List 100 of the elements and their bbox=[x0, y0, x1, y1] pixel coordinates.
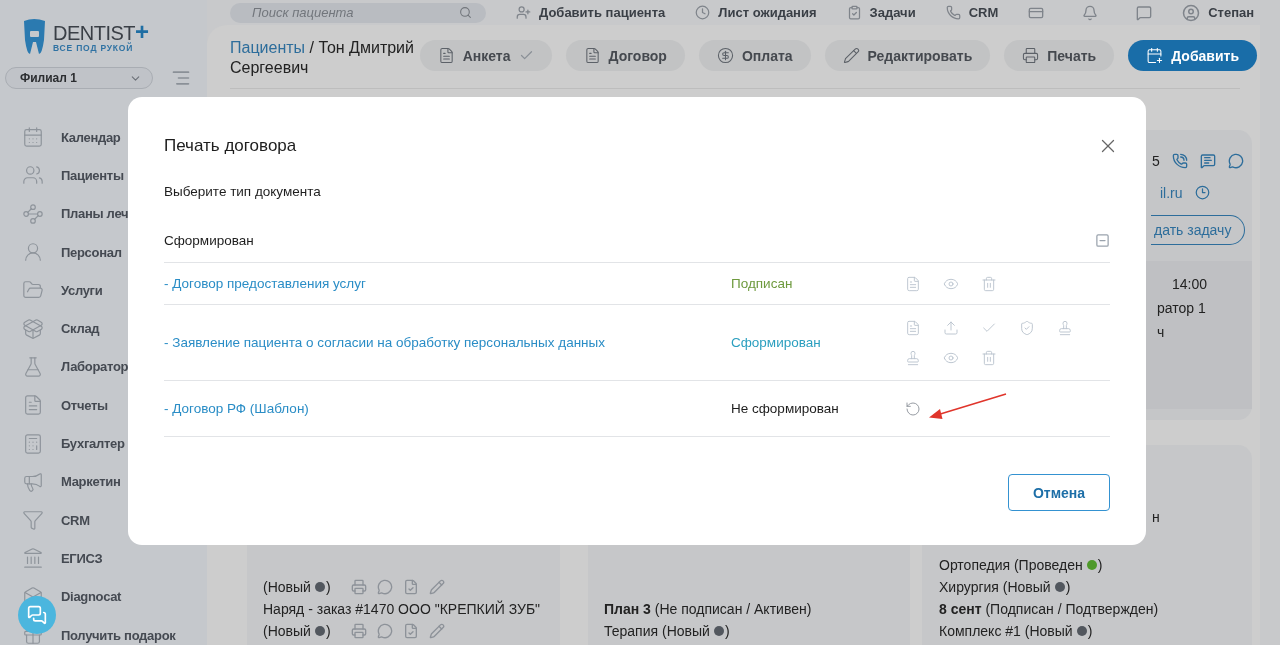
document-link[interactable]: - Договор предоставления услуг bbox=[164, 276, 731, 291]
nav-icon bbox=[22, 126, 44, 149]
brand-tagline: ВСЕ ПОД РУКОЙ bbox=[53, 42, 135, 53]
nav-item[interactable]: Склад bbox=[61, 321, 100, 337]
document-icon bbox=[583, 47, 601, 64]
stamp-icon[interactable] bbox=[905, 349, 921, 366]
bell-icon[interactable] bbox=[1082, 4, 1099, 21]
plan-text: Наряд - заказ #1470 ООО "КРЕПКИЙ ЗУБ" bbox=[263, 601, 541, 617]
search-icon bbox=[459, 6, 472, 19]
nav-item[interactable]: Маркетин bbox=[61, 474, 121, 490]
nav-item[interactable]: Пациенты bbox=[61, 167, 124, 183]
upload-icon[interactable] bbox=[943, 319, 959, 336]
stamp-icon[interactable] bbox=[1057, 319, 1073, 336]
visit-text: 14:00 bbox=[1171, 276, 1209, 292]
nav-item[interactable]: Diagnocat bbox=[61, 589, 122, 605]
dialog-title: Печать договора bbox=[164, 136, 297, 156]
nav-item[interactable]: CRM bbox=[61, 512, 90, 528]
brand-plus: + bbox=[135, 21, 150, 42]
nav-icon bbox=[22, 355, 44, 378]
calendar-plus-icon bbox=[1146, 47, 1164, 64]
status-text: ) bbox=[325, 623, 331, 639]
sms-icon[interactable] bbox=[1199, 152, 1216, 169]
nav-icon bbox=[22, 317, 44, 340]
branch-select[interactable]: Филиал 1 bbox=[5, 67, 153, 89]
status-text: Терапия (Новый bbox=[604, 623, 710, 639]
nav-item[interactable]: Бухгалтер bbox=[61, 436, 125, 451]
document-status: Подписан bbox=[731, 276, 794, 291]
document-icon[interactable] bbox=[402, 579, 419, 595]
nav-icon bbox=[22, 164, 44, 187]
trash-icon[interactable] bbox=[981, 349, 997, 366]
pencil-icon[interactable] bbox=[428, 623, 445, 639]
status-text: (Новый bbox=[263, 579, 311, 595]
brand-name: DENTIST bbox=[53, 22, 136, 43]
nav-item[interactable]: Календар bbox=[61, 129, 121, 145]
phone-icon[interactable] bbox=[1171, 152, 1188, 169]
header-button[interactable]: Оплата bbox=[698, 40, 811, 71]
document-link[interactable]: - Заявление пациента о согласии на обработку персональных данных bbox=[164, 335, 731, 350]
nav-icon bbox=[22, 394, 44, 417]
trash-icon[interactable] bbox=[981, 275, 997, 292]
top-link[interactable]: CRM bbox=[968, 5, 999, 20]
user-name[interactable]: Степан bbox=[1208, 5, 1255, 20]
plan-text: 8 сент (Подписан / Подтвержден) bbox=[939, 601, 1159, 617]
email-text[interactable]: il.ru bbox=[1160, 184, 1183, 201]
header-button[interactable]: Добавить bbox=[1128, 40, 1257, 71]
status-text: ) bbox=[1087, 623, 1093, 639]
nav-item[interactable]: Услуги bbox=[61, 282, 103, 298]
coin-icon bbox=[716, 47, 734, 64]
collapse-toggle[interactable] bbox=[1095, 233, 1110, 248]
status-text: ) bbox=[1097, 557, 1103, 573]
nav-item[interactable]: ЕГИСЗ bbox=[61, 550, 103, 566]
nav-item[interactable]: Планы леч bbox=[61, 206, 129, 222]
visit-text: ч bbox=[1157, 324, 1166, 340]
card-text: н bbox=[1152, 509, 1161, 525]
chat-icon[interactable] bbox=[1227, 152, 1244, 169]
nav-icon bbox=[22, 509, 44, 532]
nav-icon bbox=[22, 470, 44, 493]
cancel-button[interactable]: Отмена bbox=[1008, 474, 1110, 511]
chat-icon[interactable] bbox=[376, 579, 393, 595]
header-button[interactable]: Договор bbox=[565, 40, 685, 71]
document-icon[interactable] bbox=[402, 623, 419, 639]
shield-icon[interactable] bbox=[1019, 319, 1035, 336]
header-button[interactable]: Печать bbox=[1004, 40, 1115, 71]
document-link[interactable]: - Договор РФ (Шаблон) bbox=[164, 401, 731, 416]
nav-item[interactable]: Лаборатор bbox=[61, 359, 129, 375]
plan-text: План 3 (Не подписан / Активен) bbox=[604, 601, 812, 617]
nav-icon bbox=[22, 241, 44, 264]
nav-icon bbox=[22, 202, 44, 225]
document-status: Сформирован bbox=[731, 335, 822, 350]
printer-icon bbox=[1022, 47, 1040, 64]
tooth-logo-icon bbox=[22, 18, 47, 56]
nav-item[interactable]: Персонал bbox=[61, 244, 122, 260]
document-icon[interactable] bbox=[905, 275, 921, 292]
header-button[interactable]: Редактировать bbox=[824, 40, 991, 71]
header-button[interactable]: Анкета bbox=[419, 40, 552, 71]
status-text: ) bbox=[325, 579, 331, 595]
group-label: Сформирован bbox=[164, 233, 254, 248]
nav-item[interactable]: Получить подарок bbox=[61, 627, 176, 643]
status-text: Комплекс #1 (Новый bbox=[939, 623, 1073, 639]
status-text: Ортопедия (Проведен bbox=[939, 557, 1083, 573]
top-link[interactable]: Добавить пациента bbox=[539, 5, 666, 20]
top-link[interactable]: Лист ожидания bbox=[718, 5, 817, 20]
message-icon[interactable] bbox=[1136, 4, 1153, 21]
status-text: ) bbox=[724, 623, 730, 639]
print-icon[interactable] bbox=[350, 623, 367, 639]
nav-icon bbox=[22, 547, 44, 570]
chat-icon bbox=[27, 605, 47, 625]
breadcrumb-link[interactable]: Пациенты bbox=[230, 39, 306, 56]
status-text: Хирургия (Новый bbox=[939, 579, 1051, 595]
menu-icon[interactable] bbox=[171, 68, 191, 88]
top-link[interactable]: Задачи bbox=[869, 5, 916, 20]
document-icon[interactable] bbox=[905, 319, 921, 336]
chat-icon[interactable] bbox=[376, 623, 393, 639]
refresh-icon[interactable] bbox=[905, 400, 921, 417]
nav-icon bbox=[22, 432, 44, 455]
clock-icon[interactable] bbox=[1194, 185, 1210, 200]
dialog-prompt: Выберите тип документа bbox=[164, 184, 322, 199]
nav-item[interactable]: Отчеты bbox=[61, 397, 108, 413]
breadcrumb: Пациенты / Тон Дмитрий Сергеевич bbox=[230, 38, 415, 78]
pencil-icon[interactable] bbox=[428, 579, 445, 595]
print-icon[interactable] bbox=[350, 579, 367, 595]
